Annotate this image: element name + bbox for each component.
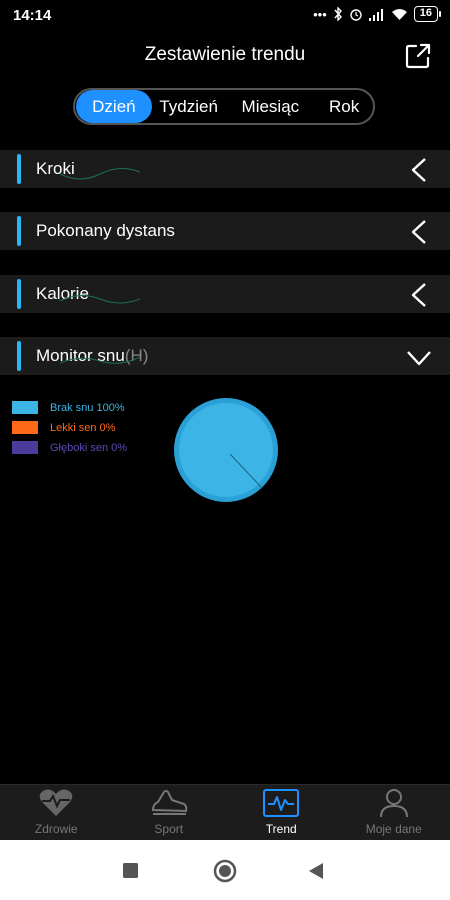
- tab-year[interactable]: Rok: [315, 97, 373, 117]
- nav-sport[interactable]: Sport: [113, 785, 226, 840]
- legend-item-light-sleep: Lekki sen 0%: [12, 418, 127, 437]
- chevron-left-icon[interactable]: [410, 157, 428, 183]
- chevron-down-icon[interactable]: [406, 348, 432, 368]
- page-title: Zestawienie trendu: [144, 44, 306, 65]
- legend-swatch: [12, 401, 38, 414]
- period-tabs: Dzień Tydzień Miesiąc Rok: [73, 88, 375, 125]
- nav-trend[interactable]: Trend: [225, 785, 338, 840]
- section-accent-bar: [17, 216, 21, 246]
- tab-week[interactable]: Tydzień: [152, 97, 226, 117]
- chevron-left-icon[interactable]: [410, 219, 428, 245]
- chevron-left-icon[interactable]: [410, 282, 428, 308]
- wifi-icon: [391, 8, 407, 20]
- pie-slice-awake: [179, 403, 273, 497]
- nav-label: Zdrowie: [34, 822, 78, 836]
- trend-chart-icon: [263, 789, 300, 817]
- bottom-nav: Zdrowie Sport Trend Moje dane: [0, 784, 450, 840]
- nav-health[interactable]: Zdrowie: [0, 785, 113, 840]
- system-nav-bar: [0, 840, 450, 900]
- legend-label: Brak snu 100%: [50, 401, 125, 414]
- sleep-pie-chart: [174, 398, 278, 502]
- alarm-icon: [350, 9, 362, 21]
- tab-day[interactable]: Dzień: [76, 90, 152, 123]
- status-time: 14:14: [13, 7, 52, 24]
- nav-my-data[interactable]: Moje dane: [338, 785, 450, 840]
- section-sleep-monitor[interactable]: Monitor snu(H): [0, 337, 450, 375]
- legend-label: Głęboki sen 0%: [50, 441, 128, 454]
- legend-item-awake: Brak snu 100%: [12, 398, 127, 417]
- sleep-legend: Brak snu 100% Lekki sen 0% Głęboki sen 0…: [12, 398, 127, 458]
- section-label: Pokonany dystans: [36, 221, 175, 240]
- wave-decoration: [60, 295, 140, 304]
- nav-label: Sport: [154, 822, 184, 836]
- legend-swatch: [12, 421, 38, 434]
- nav-label: Trend: [265, 822, 297, 836]
- status-icons: ••• 16: [313, 6, 442, 22]
- legend-label: Lekki sen 0%: [50, 421, 116, 434]
- home-icon[interactable]: [213, 859, 237, 883]
- share-icon[interactable]: [404, 42, 432, 70]
- person-icon: [379, 789, 408, 818]
- battery-indicator: 16: [413, 6, 442, 22]
- section-distance[interactable]: Pokonany dystans: [0, 212, 450, 250]
- back-icon[interactable]: [308, 862, 324, 880]
- wave-decoration: [60, 356, 140, 364]
- heart-pulse-icon: [39, 789, 73, 816]
- bluetooth-icon: [334, 7, 342, 21]
- tab-month[interactable]: Miesiąc: [226, 97, 316, 117]
- recent-apps-icon[interactable]: [123, 863, 138, 878]
- section-steps[interactable]: Kroki: [0, 150, 450, 188]
- nav-label: Moje dane: [365, 822, 422, 836]
- signal-icon: [368, 8, 383, 21]
- section-accent-bar: [17, 341, 21, 371]
- legend-swatch: [12, 441, 38, 454]
- section-accent-bar: [17, 154, 21, 184]
- more-dots-icon: •••: [313, 6, 327, 22]
- wave-decoration: [60, 168, 140, 180]
- section-calories[interactable]: Kalorie: [0, 275, 450, 313]
- section-accent-bar: [17, 279, 21, 309]
- legend-item-deep-sleep: Głęboki sen 0%: [12, 438, 127, 457]
- status-bar: 14:14 ••• 16: [0, 0, 450, 32]
- sneaker-icon: [151, 790, 187, 815]
